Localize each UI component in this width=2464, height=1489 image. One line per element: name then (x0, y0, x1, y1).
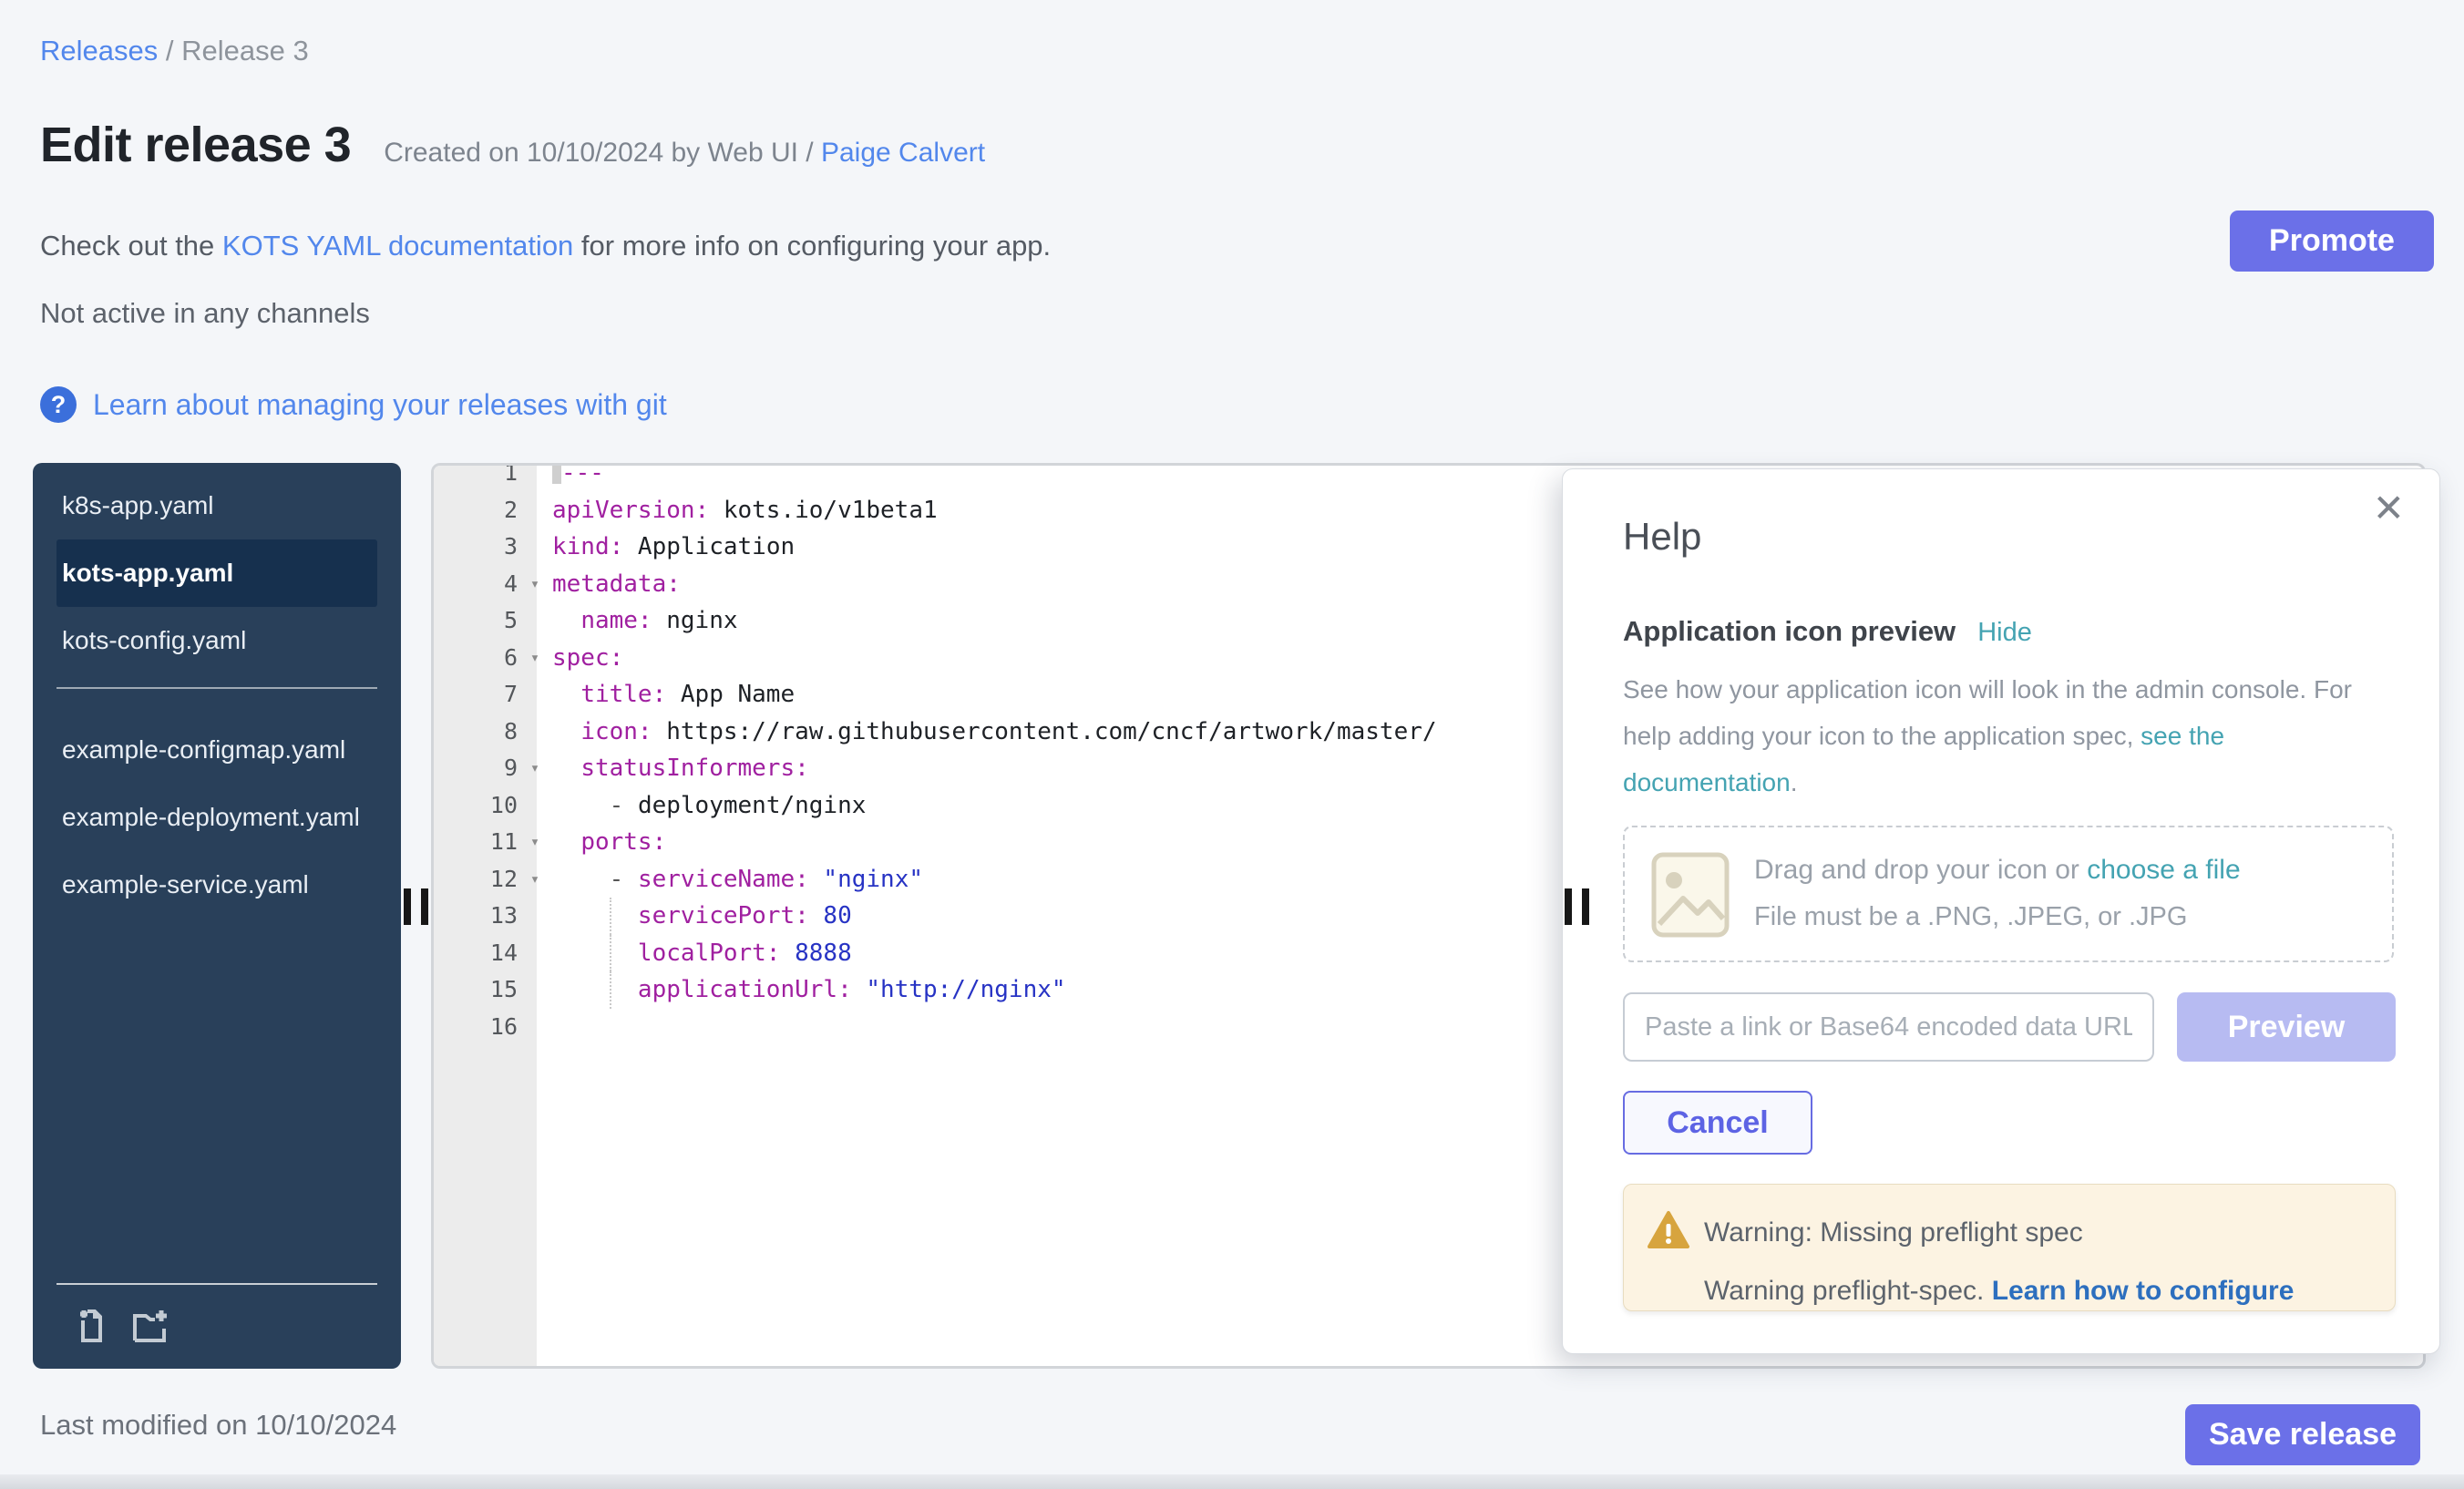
fold-spacer (518, 602, 552, 640)
dropzone-text: Drag and drop your icon or choose a file (1754, 855, 2241, 886)
line-number: 10 (434, 787, 518, 825)
fold-spacer (518, 898, 552, 935)
docs-suffix: for more info on configuring your app. (573, 230, 1051, 262)
breadcrumb-separator: / (166, 35, 181, 67)
fold-arrow-icon[interactable]: ▾ (518, 566, 552, 603)
page-title: Edit release 3 (40, 117, 351, 173)
docs-line: Check out the KOTS YAML documentation fo… (40, 230, 1051, 262)
fold-spacer (518, 971, 552, 1009)
icon-dropzone[interactable]: Drag and drop your icon or choose a file… (1623, 826, 2394, 962)
hide-link[interactable]: Hide (1977, 618, 2032, 648)
file-tree-item[interactable]: example-deployment.yaml (56, 784, 377, 851)
file-tree-item[interactable]: example-configmap.yaml (56, 716, 377, 784)
file-tree-panel: k8s-app.yamlkots-app.yamlkots-config.yam… (33, 463, 401, 1369)
breadcrumb-current: Release 3 (181, 35, 309, 67)
help-title: Help (1623, 515, 1701, 559)
line-number: 3 (434, 529, 518, 566)
file-list: k8s-app.yamlkots-app.yamlkots-config.yam… (33, 463, 401, 919)
file-tree-item[interactable]: k8s-app.yaml (56, 472, 377, 539)
file-tree-item[interactable]: example-service.yaml (56, 851, 377, 919)
icon-url-input[interactable] (1623, 992, 2154, 1062)
close-icon[interactable]: ✕ (2373, 489, 2405, 528)
breadcrumb-releases-link[interactable]: Releases (40, 35, 158, 67)
fold-spacer (518, 463, 552, 492)
line-number: 9 (434, 750, 518, 787)
line-number: 14 (434, 935, 518, 972)
fold-arrow-icon[interactable]: ▾ (518, 640, 552, 677)
choose-file-link[interactable]: choose a file (2087, 855, 2240, 885)
warning-triangle-icon (1648, 1210, 1689, 1255)
line-number: 6 (434, 640, 518, 677)
fold-spacer (518, 529, 552, 566)
new-folder-icon[interactable] (129, 1305, 169, 1345)
created-meta: Created on 10/10/2024 by Web UI / Paige … (384, 138, 985, 169)
image-placeholder-icon (1650, 846, 1730, 949)
fold-spacer (518, 492, 552, 529)
fold-spacer (518, 714, 552, 751)
preflight-warning-box: Warning: Missing preflight spec Warning … (1623, 1184, 2396, 1311)
fold-arrow-icon[interactable]: ▾ (518, 824, 552, 861)
panel-resize-handle-right[interactable] (1565, 888, 1590, 925)
learn-configure-link[interactable]: Learn how to configure (1992, 1276, 2295, 1306)
sidebar-footer-divider (56, 1283, 377, 1285)
dropzone-hint: File must be a .PNG, .JPEG, or .JPG (1754, 902, 2187, 932)
file-tree-item[interactable]: kots-config.yaml (56, 607, 377, 674)
author-link[interactable]: Paige Calvert (821, 138, 985, 168)
icon-preview-section-header: Application icon preview Hide (1623, 615, 2032, 648)
new-file-icon[interactable] (73, 1305, 113, 1345)
panel-resize-handle-left[interactable] (404, 888, 429, 925)
description-suffix: . (1791, 768, 1798, 796)
fold-arrow-icon[interactable]: ▾ (518, 750, 552, 787)
warning-detail-text: Warning preflight-spec. (1704, 1276, 1992, 1306)
fold-spacer (518, 787, 552, 825)
promote-button[interactable]: Promote (2230, 211, 2434, 272)
help-panel: ✕ Help Application icon preview Hide See… (1562, 468, 2440, 1354)
line-number: 2 (434, 492, 518, 529)
line-number: 13 (434, 898, 518, 935)
docs-prefix: Check out the (40, 230, 222, 262)
git-help-row: ? Learn about managing your releases wit… (40, 386, 667, 423)
description-text: See how your application icon will look … (1623, 675, 2352, 750)
line-number: 8 (434, 714, 518, 751)
warning-detail: Warning preflight-spec. Learn how to con… (1704, 1276, 2294, 1307)
cancel-button[interactable]: Cancel (1623, 1091, 1812, 1155)
question-mark-icon: ? (40, 386, 77, 423)
save-release-button[interactable]: Save release (2185, 1404, 2420, 1465)
created-text: Created on 10/10/2024 by Web UI / (384, 138, 813, 168)
sidebar-actions (73, 1305, 169, 1345)
file-tree-divider (56, 687, 377, 689)
preview-button[interactable]: Preview (2177, 992, 2396, 1062)
git-releases-link[interactable]: Learn about managing your releases with … (93, 388, 667, 422)
fold-spacer (518, 676, 552, 714)
line-number: 15 (434, 971, 518, 1009)
line-number: 4 (434, 566, 518, 603)
line-number: 11 (434, 824, 518, 861)
fold-spacer (518, 1009, 552, 1046)
bottom-edge-strip (0, 1474, 2464, 1489)
fold-spacer (518, 935, 552, 972)
channel-status: Not active in any channels (40, 297, 370, 330)
line-number: 1 (434, 463, 518, 492)
kots-yaml-doc-link[interactable]: KOTS YAML documentation (222, 230, 573, 262)
warning-text: Warning: Missing preflight spec (1704, 1217, 2083, 1248)
breadcrumb: Releases / Release 3 (40, 35, 309, 67)
last-modified-text: Last modified on 10/10/2024 (40, 1409, 396, 1442)
file-tree-item[interactable]: kots-app.yaml (56, 539, 377, 607)
line-number: 12 (434, 861, 518, 899)
line-number: 7 (434, 676, 518, 714)
title-row: Edit release 3 Created on 10/10/2024 by … (40, 117, 985, 173)
section-description: See how your application icon will look … (1623, 666, 2361, 806)
dropzone-prompt: Drag and drop your icon or (1754, 855, 2087, 885)
fold-arrow-icon[interactable]: ▾ (518, 861, 552, 899)
text-cursor (552, 463, 561, 484)
line-number: 5 (434, 602, 518, 640)
line-number: 16 (434, 1009, 518, 1046)
section-title: Application icon preview (1623, 615, 1956, 648)
